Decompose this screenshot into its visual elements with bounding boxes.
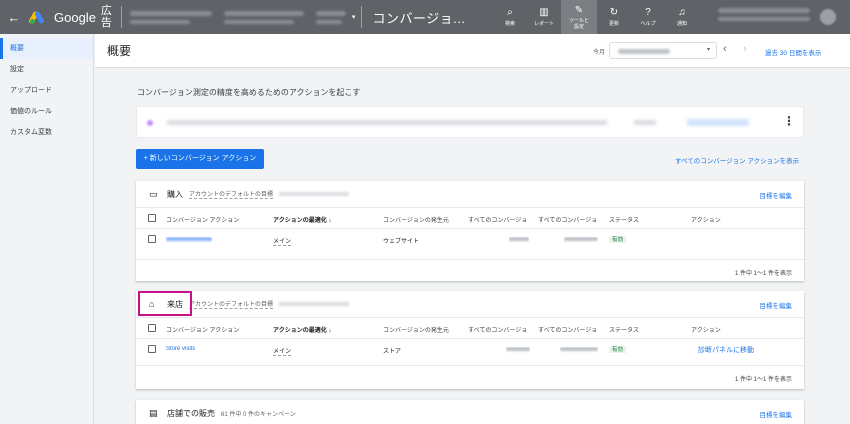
pagination: 1 件中 1〜1 件を表示 [136, 259, 804, 281]
divider [361, 6, 363, 28]
page-header: 概要 今月 ▾ ‹ › 過去 30 日間を表示 [95, 34, 850, 68]
help-button[interactable]: ? ヘルプ [631, 0, 665, 34]
edit-goal-link[interactable]: 目標を編集 [760, 409, 793, 419]
diagnostics-link[interactable]: 診断パネルに移動 [698, 345, 754, 355]
card-subtitle: アカウントのデフォルトの目標 [189, 299, 274, 309]
caret-down-icon[interactable]: ▾ [352, 13, 356, 21]
sidebar-item-overview[interactable]: 概要 [0, 38, 93, 59]
refresh-icon: ↻ [609, 7, 619, 18]
top-bar: ← Google 広告 ▾ コンバージョ... ⌕ 検索 ▥ レポート ✎ ツールと設… [0, 0, 850, 34]
sidebar-item-value-rules[interactable]: 価値のルール [0, 101, 93, 122]
purchase-card: ▭ 購入 アカウントのデフォルトの目標 目標を編集 コンバージョン アクション … [136, 181, 804, 281]
arrow-left-icon[interactable]: ← [0, 10, 28, 25]
notifications-button[interactable]: ♫ 通知 [665, 0, 699, 34]
credit-card-icon: ▭ [149, 188, 158, 199]
edit-goal-link[interactable]: 目標を編集 [760, 190, 793, 200]
card-subtitle: 61 件中 0 件のキャンペーン [221, 411, 296, 418]
sidebar-item-settings[interactable]: 設定 [0, 59, 93, 80]
conversion-name[interactable]: Store visits [166, 346, 195, 352]
search-icon: ⌕ [507, 7, 513, 18]
highlight-annotation [138, 291, 192, 316]
more-vert-icon[interactable]: ⋮ [783, 114, 795, 128]
row-checkbox[interactable] [148, 235, 156, 243]
conversion-name[interactable] [166, 237, 212, 243]
help-icon: ? [645, 7, 651, 18]
status-badge: 有効 [609, 236, 627, 243]
select-all-checkbox[interactable] [148, 214, 156, 222]
avatar[interactable] [820, 9, 836, 25]
card-subtitle: アカウントのデフォルトの目標 [189, 189, 274, 199]
sidebar-item-uploads[interactable]: アップロード [0, 80, 93, 101]
user-info[interactable] [718, 8, 810, 21]
date-range-select[interactable]: ▾ [609, 42, 717, 59]
search-button[interactable]: ⌕ 検索 [493, 0, 527, 34]
sidebar: 概要 設定 アップロード 価値のルール カスタム変数 [0, 34, 94, 424]
card-title: 店舗での販売 [167, 408, 215, 418]
report-button[interactable]: ▥ レポート [527, 0, 561, 34]
main-content: コンバージョン測定の精度を高めるためのアクションを起こす ⋮ + 新しいコンバー… [95, 69, 850, 424]
recommendation-card[interactable]: ⋮ [136, 106, 804, 138]
page-title: 概要 [107, 44, 132, 58]
new-conversion-action-button[interactable]: + 新しいコンバージョン アクション [136, 149, 264, 169]
account-info-2 [315, 10, 346, 24]
status-badge: 有効 [609, 346, 627, 353]
refresh-button[interactable]: ↻ 更新 [597, 0, 631, 34]
caret-down-icon: ▾ [706, 47, 710, 53]
edit-goal-link[interactable]: 目標を編集 [760, 300, 793, 310]
top-page-title: コンバージョ... [372, 10, 466, 26]
table-header: コンバージョン アクション アクションの最適化 ↓ コンバージョンの発生元 すべ… [136, 317, 804, 338]
brand-name: Google [54, 9, 96, 25]
table-row: メイン ウェブサイト 有効 [136, 228, 804, 249]
wrench-icon: ✎ [574, 4, 584, 16]
period-link[interactable]: 過去 30 日間を表示 [765, 47, 821, 57]
report-icon: ▥ [539, 7, 549, 18]
chevron-right-icon[interactable]: › [743, 43, 747, 55]
store-sales-card: ▤ 店舗での販売 61 件中 0 件のキャンペーン 目標を編集 [136, 400, 804, 424]
divider [120, 6, 122, 28]
bell-icon: ♫ [678, 7, 686, 18]
pagination: 1 件中 1〜1 件を表示 [136, 365, 804, 387]
toolbar: ⌕ 検索 ▥ レポート ✎ ツールと設定 ↻ 更新 ? ヘルプ ♫ 通知 [493, 0, 699, 34]
table-header: コンバージョン アクション アクションの最適化 ↓ コンバージョンの発生元 すべ… [136, 207, 804, 228]
brand-ads: 広告 [100, 5, 112, 29]
sidebar-item-custom-variables[interactable]: カスタム変数 [0, 122, 93, 143]
select-all-checkbox[interactable] [148, 324, 156, 332]
table-row: Store visits メイン ストア 有効 診断パネルに移動 [136, 338, 804, 359]
account-selector[interactable] [129, 10, 212, 24]
account-info [223, 10, 304, 24]
receipt-icon: ▤ [149, 407, 158, 418]
section-title: コンバージョン測定の精度を高めるためのアクションを起こす [137, 88, 361, 97]
tools-settings-button[interactable]: ✎ ツールと設定 [561, 0, 597, 34]
date-label: 今月 [593, 50, 606, 56]
chevron-left-icon[interactable]: ‹ [723, 43, 727, 55]
row-checkbox[interactable] [148, 345, 156, 353]
card-title: 購入 [167, 189, 183, 199]
store-visit-card: ⌂ 来店 アカウントのデフォルトの目標 目標を編集 コンバージョン アクション … [136, 291, 804, 389]
google-ads-logo [28, 9, 50, 25]
all-conversions-link[interactable]: すべてのコンバージョン アクションを表示 [675, 155, 799, 165]
